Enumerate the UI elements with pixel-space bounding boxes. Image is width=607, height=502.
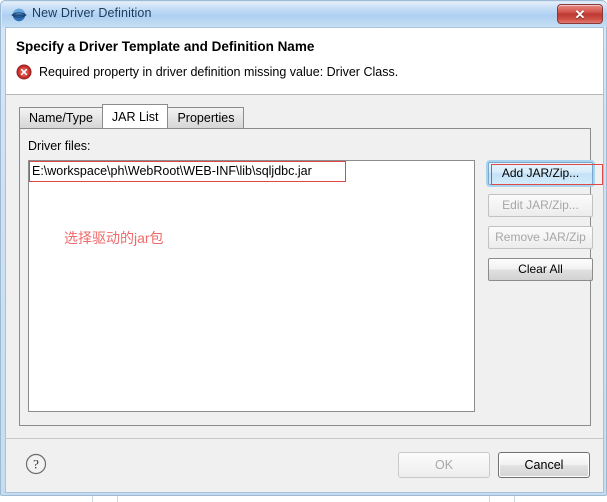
dialog-window: New Driver Definition ✕ Specify a Driver… <box>0 0 607 496</box>
driver-files-listbox[interactable]: E:\workspace\ph\WebRoot\WEB-INF\lib\sqlj… <box>28 160 475 412</box>
tab-jar-list-label: JAR List <box>111 109 159 124</box>
dialog-body: Name/Type JAR List Properties Driver fil… <box>6 96 603 438</box>
tab-name-type[interactable]: Name/Type <box>19 107 103 128</box>
jar-actions: Add JAR/Zip... Edit JAR/Zip... Remove JA… <box>488 162 593 290</box>
dialog-footer: ? OK Cancel <box>6 438 603 492</box>
driver-globe-icon <box>11 7 27 23</box>
page-title: Specify a Driver Template and Definition… <box>16 39 315 54</box>
tab-properties-label: Properties <box>177 111 235 125</box>
tab-strip: Name/Type JAR List Properties <box>19 104 245 128</box>
footer-actions: OK Cancel <box>398 452 590 478</box>
tab-properties[interactable]: Properties <box>167 107 245 128</box>
svg-text:?: ? <box>33 457 39 472</box>
help-button[interactable]: ? <box>23 451 49 477</box>
jar-list-panel: Driver files: E:\workspace\ph\WebRoot\WE… <box>19 128 603 426</box>
remove-jar-zip-button[interactable]: Remove JAR/Zip <box>488 226 593 249</box>
add-jar-zip-button[interactable]: Add JAR/Zip... <box>488 162 593 185</box>
dialog-header: Specify a Driver Template and Definition… <box>6 28 603 95</box>
window-bottom-edge <box>0 496 607 502</box>
driver-files-label: Driver files: <box>28 139 91 153</box>
validation-message-row: Required property in driver definition m… <box>16 64 398 80</box>
close-icon: ✕ <box>574 6 586 22</box>
clear-all-button[interactable]: Clear All <box>488 258 593 281</box>
close-button[interactable]: ✕ <box>557 4 603 24</box>
ok-button[interactable]: OK <box>398 452 490 478</box>
list-item[interactable]: E:\workspace\ph\WebRoot\WEB-INF\lib\sqlj… <box>32 164 312 178</box>
edit-jar-zip-button[interactable]: Edit JAR/Zip... <box>488 194 593 217</box>
tab-jar-list[interactable]: JAR List <box>101 104 169 128</box>
tab-name-type-label: Name/Type <box>29 111 93 125</box>
title-bar: New Driver Definition ✕ <box>2 2 607 27</box>
validation-message: Required property in driver definition m… <box>39 65 399 79</box>
cancel-button[interactable]: Cancel <box>498 452 590 478</box>
driver-definition-dialog-screenshot: New Driver Definition ✕ Specify a Driver… <box>0 0 607 502</box>
window-title: New Driver Definition <box>32 6 152 20</box>
error-icon <box>16 64 32 80</box>
help-icon: ? <box>25 453 47 475</box>
